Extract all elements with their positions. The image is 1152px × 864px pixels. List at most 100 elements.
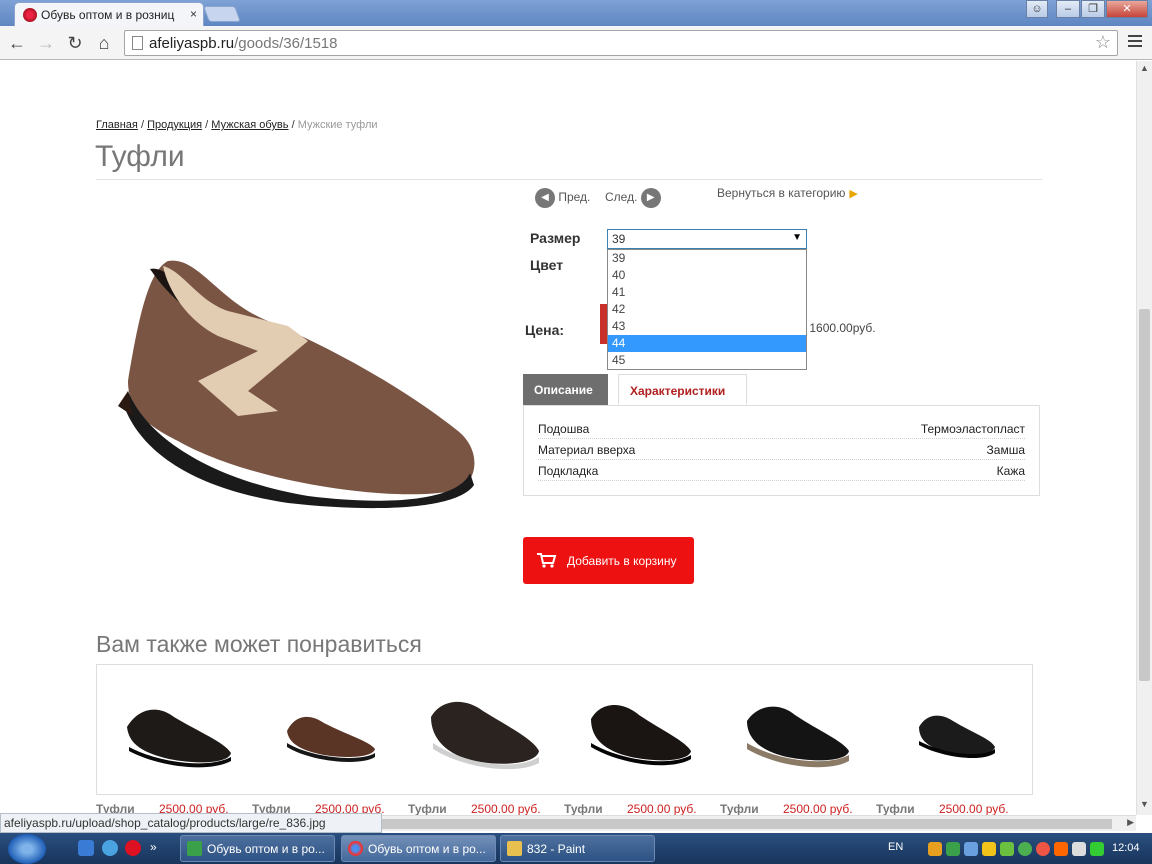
char-key: Подкладка bbox=[538, 464, 599, 478]
next-arrow-icon: ▶ bbox=[640, 188, 661, 208]
taskbar-item-active[interactable]: Обувь оптом и в ро... bbox=[341, 835, 496, 862]
taskbar-item[interactable]: 832 - Paint bbox=[500, 835, 655, 862]
add-to-cart-label: Добавить в корзину bbox=[567, 554, 677, 568]
back-to-category-link[interactable]: Вернуться в категорию ▶ bbox=[717, 186, 858, 200]
related-name[interactable]: Туфли bbox=[564, 802, 603, 815]
next-label: След. bbox=[605, 190, 638, 205]
bookmark-star-icon[interactable]: ☆ bbox=[1095, 32, 1111, 53]
char-row: Подкладка Кажа bbox=[538, 460, 1025, 481]
forward-arrow-icon[interactable]: → bbox=[35, 32, 57, 54]
start-button[interactable] bbox=[8, 834, 46, 864]
taskbar-label: Обувь оптом и в ро... bbox=[368, 842, 486, 856]
status-bar: afeliyaspb.ru/upload/shop_catalog/produc… bbox=[0, 813, 382, 833]
related-price: 2500.00 руб. bbox=[783, 802, 853, 815]
explorer-icon[interactable] bbox=[78, 840, 94, 856]
app-icon bbox=[187, 841, 202, 856]
related-product-image[interactable] bbox=[425, 687, 545, 773]
breadcrumb-mens-shoes[interactable]: Мужская обувь bbox=[211, 119, 288, 131]
tab-description[interactable]: Описание bbox=[523, 374, 608, 405]
close-tab-icon[interactable]: × bbox=[190, 7, 197, 21]
maximize-button[interactable]: ❐ bbox=[1081, 0, 1105, 18]
language-indicator[interactable]: EN bbox=[888, 841, 903, 853]
breadcrumb-separator: / bbox=[291, 119, 295, 131]
scrollbar-thumb[interactable] bbox=[382, 819, 1112, 829]
minimize-button[interactable]: – bbox=[1056, 0, 1080, 18]
breadcrumb-separator: / bbox=[205, 119, 209, 131]
taskbar-label: Обувь оптом и в ро... bbox=[207, 842, 325, 856]
url-path: /goods/36/1518 bbox=[234, 35, 338, 52]
browser-screen: Обувь оптом и в розниц × ☺ – ❐ ✕ ← → ↻ ⌂… bbox=[0, 0, 1152, 864]
tray-icon[interactable] bbox=[1000, 842, 1014, 856]
ie-icon[interactable] bbox=[102, 840, 118, 856]
back-label: Вернуться в категорию bbox=[717, 186, 846, 200]
taskbar-item[interactable]: Обувь оптом и в ро... bbox=[180, 835, 335, 862]
horizontal-scrollbar[interactable]: ▶ bbox=[382, 815, 1136, 831]
next-link[interactable]: След. ▶ bbox=[605, 188, 661, 208]
close-window-button[interactable]: ✕ bbox=[1106, 0, 1148, 18]
add-to-cart-button[interactable]: Добавить в корзину bbox=[523, 537, 694, 584]
browser-tab[interactable]: Обувь оптом и в розниц × bbox=[14, 2, 204, 26]
tab-characteristics[interactable]: Характеристики bbox=[618, 374, 747, 405]
price-value: р: 1600.00руб. bbox=[796, 321, 876, 335]
scroll-up-icon[interactable]: ▲ bbox=[1139, 63, 1150, 73]
user-icon[interactable]: ☺ bbox=[1026, 0, 1048, 18]
related-name[interactable]: Туфли bbox=[720, 802, 759, 815]
related-title: Вам также может понравиться bbox=[96, 631, 422, 657]
breadcrumb-home[interactable]: Главная bbox=[96, 119, 138, 131]
related-product-image[interactable] bbox=[269, 687, 389, 773]
chevron-icon[interactable]: » bbox=[150, 840, 166, 856]
breadcrumb-products[interactable]: Продукция bbox=[147, 119, 202, 131]
network-icon[interactable] bbox=[1090, 842, 1104, 856]
browser-toolbar: ← → ↻ ⌂ afeliyaspb.ru/goods/36/1518 ☆ bbox=[0, 26, 1152, 60]
size-option-45[interactable]: 45 bbox=[608, 352, 806, 369]
related-name[interactable]: Туфли bbox=[876, 802, 915, 815]
tray-icon[interactable] bbox=[1018, 842, 1032, 856]
size-dropdown-list: 39 40 41 42 43 44 45 bbox=[607, 249, 807, 370]
price-label: Цена: bbox=[525, 322, 565, 338]
address-bar[interactable]: afeliyaspb.ru/goods/36/1518 ☆ bbox=[124, 30, 1118, 56]
tray-icon[interactable] bbox=[1054, 842, 1068, 856]
size-option-39[interactable]: 39 bbox=[608, 250, 806, 267]
reload-icon[interactable]: ↻ bbox=[64, 32, 86, 54]
product-image[interactable] bbox=[108, 241, 488, 511]
breadcrumb: Главная / Продукция / Мужская обувь / Му… bbox=[96, 119, 378, 131]
breadcrumb-current: Мужские туфли bbox=[297, 119, 378, 131]
related-product-image[interactable] bbox=[119, 687, 239, 773]
tray-icon[interactable] bbox=[1036, 842, 1050, 856]
related-price: 2500.00 руб. bbox=[471, 802, 541, 815]
scrollbar-thumb[interactable] bbox=[1139, 309, 1150, 681]
related-product-image[interactable] bbox=[737, 687, 857, 773]
related-name[interactable]: Туфли bbox=[408, 802, 447, 815]
scroll-right-icon[interactable]: ▶ bbox=[1127, 817, 1134, 828]
prev-link[interactable]: ◀ Пред. bbox=[535, 188, 590, 208]
related-product-image[interactable] bbox=[581, 687, 701, 773]
tray-icon[interactable] bbox=[946, 842, 960, 856]
tray-icon[interactable] bbox=[928, 842, 942, 856]
size-select[interactable]: 39 ▼ bbox=[607, 229, 807, 249]
prev-label: Пред. bbox=[558, 190, 591, 205]
size-option-44[interactable]: 44 bbox=[608, 335, 806, 352]
cart-icon bbox=[537, 553, 557, 568]
taskbar-label: 832 - Paint bbox=[527, 842, 586, 856]
opera-icon[interactable] bbox=[125, 840, 141, 856]
size-option-41[interactable]: 41 bbox=[608, 284, 806, 301]
related-product-image[interactable] bbox=[893, 687, 1013, 773]
chrome-menu-icon[interactable] bbox=[1128, 35, 1142, 50]
tray-icon[interactable] bbox=[964, 842, 978, 856]
vertical-scrollbar[interactable]: ▲ ▼ bbox=[1136, 61, 1152, 815]
new-tab-button[interactable] bbox=[203, 6, 241, 22]
back-arrow-icon[interactable]: ← bbox=[6, 32, 28, 54]
tray-icon[interactable] bbox=[982, 842, 996, 856]
paint-icon bbox=[507, 841, 522, 856]
size-option-40[interactable]: 40 bbox=[608, 267, 806, 284]
taskbar: » Обувь оптом и в ро... Обувь оптом и в … bbox=[0, 833, 1152, 864]
home-icon[interactable]: ⌂ bbox=[93, 32, 115, 54]
size-option-42[interactable]: 42 bbox=[608, 301, 806, 318]
related-gallery bbox=[96, 664, 1033, 795]
size-option-43[interactable]: 43 bbox=[608, 318, 806, 335]
page-icon bbox=[132, 36, 143, 50]
volume-icon[interactable] bbox=[1072, 842, 1086, 856]
title-bar: Обувь оптом и в розниц × ☺ – ❐ ✕ bbox=[0, 0, 1152, 26]
scroll-down-icon[interactable]: ▼ bbox=[1139, 799, 1150, 809]
char-key: Подошва bbox=[538, 422, 590, 436]
